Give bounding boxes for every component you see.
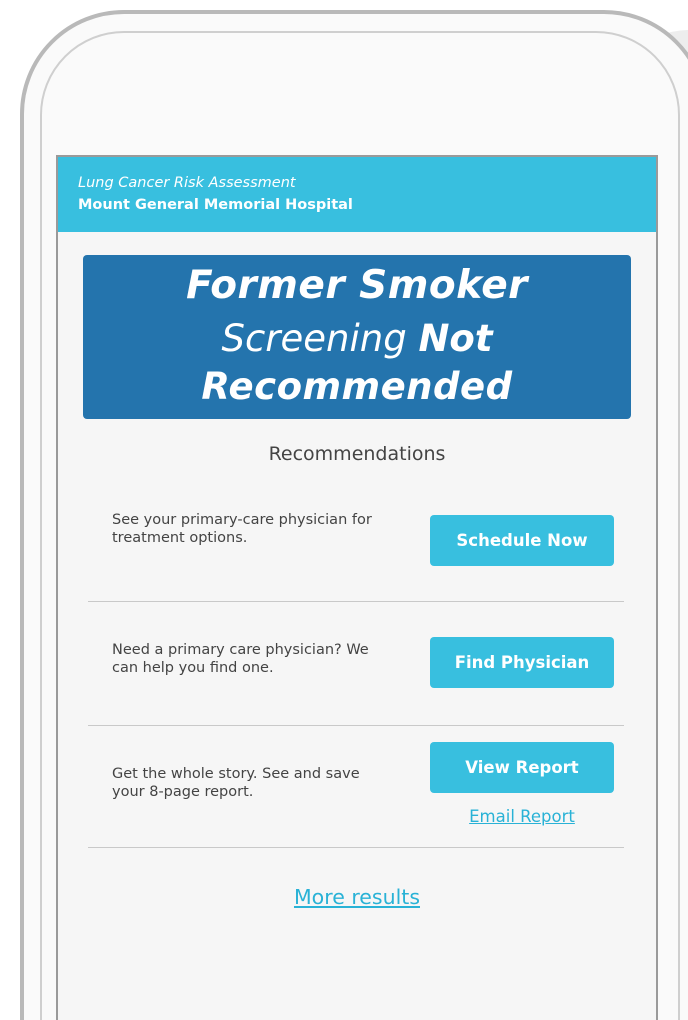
- app-header: Lung Cancer Risk Assessment Mount Genera…: [58, 157, 656, 232]
- assessment-subtitle: Lung Cancer Risk Assessment: [78, 175, 296, 191]
- not-word: Not: [418, 317, 493, 360]
- app-screen: Lung Cancer Risk Assessment Mount Genera…: [56, 155, 658, 1020]
- email-report-link[interactable]: Email Report: [430, 807, 614, 826]
- phone-mockup-stage: Lung Cancer Risk Assessment Mount Genera…: [0, 0, 688, 1020]
- schedule-now-button[interactable]: Schedule Now: [430, 515, 614, 566]
- recommendation-text-schedule: See your primary-care physician for trea…: [112, 512, 372, 546]
- find-physician-button[interactable]: Find Physician: [430, 637, 614, 688]
- divider: [88, 847, 624, 848]
- recommended-word: Recommended: [201, 365, 513, 408]
- screening-line: Screening Not: [83, 315, 631, 363]
- recommendations-heading: Recommendations: [268, 443, 446, 465]
- view-report-button[interactable]: View Report: [430, 742, 614, 793]
- divider: [88, 601, 624, 602]
- more-results-link[interactable]: More results: [58, 885, 656, 909]
- recommendation-text-report: Get the whole story. See and save your 8…: [112, 766, 360, 800]
- divider: [88, 725, 624, 726]
- result-banner: Former Smoker Screening Not Recommended: [83, 255, 631, 419]
- recommendation-text-physician: Need a primary care physician? We can he…: [112, 642, 369, 676]
- screening-word: Screening: [221, 317, 407, 360]
- smoker-status: Former Smoker: [186, 263, 528, 308]
- hospital-name: Mount General Memorial Hospital: [78, 197, 353, 213]
